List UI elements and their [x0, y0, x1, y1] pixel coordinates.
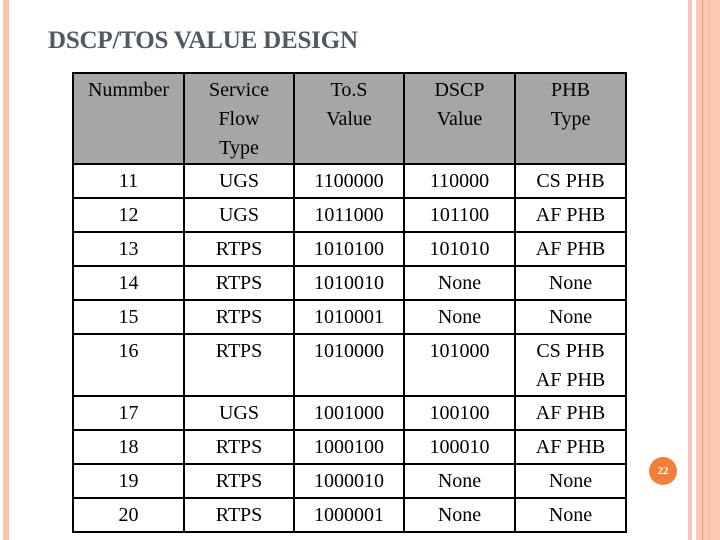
cell-number: 19 — [72, 463, 185, 499]
cell-number: 20 — [72, 497, 185, 533]
cell-phb-type: None — [514, 265, 627, 301]
cell-service-flow-type: UGS — [183, 163, 295, 199]
cell-dscp-value: 101000 — [403, 333, 516, 397]
cell-dscp-value: 100010 — [403, 429, 516, 465]
right-border-line — [708, 0, 710, 540]
phb-type-line: CS PHB — [536, 170, 605, 192]
right-border-line — [702, 0, 703, 540]
slide-number-badge: 22 — [649, 457, 677, 485]
table-row: 20 RTPS 1000001 None None — [72, 497, 627, 533]
table-row: 19 RTPS 1000010 None None — [72, 463, 627, 499]
table-row: 16 RTPS 1010000 101000 CS PHB AF PHB — [72, 333, 627, 397]
cell-phb-type: CS PHB — [514, 163, 627, 199]
cell-service-flow-type: RTPS — [183, 265, 295, 301]
cell-dscp-value: 101100 — [403, 197, 516, 233]
table-row: 14 RTPS 1010010 None None — [72, 265, 627, 301]
phb-type-line: AF PHB — [535, 402, 606, 424]
cell-tos-value: 1000010 — [293, 463, 405, 499]
table-row: 17 UGS 1001000 100100 AF PHB — [72, 395, 627, 431]
cell-tos-value: 1000100 — [293, 429, 405, 465]
cell-phb-type: AF PHB — [514, 429, 627, 465]
cell-tos-value: 1000001 — [293, 497, 405, 533]
table-header-row: Nummber Service Flow Type To.S Value DSC… — [72, 72, 627, 165]
cell-phb-type: None — [514, 463, 627, 499]
table-row: 18 RTPS 1000100 100010 AF PHB — [72, 429, 627, 465]
header-tos-value: To.S Value — [293, 72, 405, 165]
phb-type-line: AF PHB — [535, 204, 606, 226]
cell-number: 18 — [72, 429, 185, 465]
slide-title: DSCP/TOS VALUE DESIGN — [48, 27, 358, 54]
cell-tos-value: 1010100 — [293, 231, 405, 267]
cell-service-flow-type: UGS — [183, 395, 295, 431]
cell-tos-value: 1010010 — [293, 265, 405, 301]
header-line: Type — [219, 137, 259, 159]
phb-type-line: None — [548, 470, 593, 492]
cell-service-flow-type: RTPS — [183, 463, 295, 499]
table-body: 11 UGS 1100000 110000 CS PHB 12 UGS 1011000 1011… — [72, 163, 627, 533]
header-line: PHB — [551, 79, 590, 101]
phb-type-line: AF PHB — [535, 369, 606, 391]
header-line: Type — [550, 108, 591, 130]
cell-service-flow-type: UGS — [183, 197, 295, 233]
phb-type-line: None — [548, 504, 593, 526]
cell-phb-type: AF PHB — [514, 197, 627, 233]
left-border-stripe — [3, 0, 9, 540]
cell-phb-type: None — [514, 299, 627, 335]
header-line: Value — [436, 108, 483, 130]
header-line: DSCP — [434, 79, 485, 101]
cell-tos-value: 1100000 — [293, 163, 405, 199]
cell-number: 14 — [72, 265, 185, 301]
table-row: 12 UGS 1011000 101100 AF PHB — [72, 197, 627, 233]
header-number: Nummber — [72, 72, 185, 165]
phb-type-line: AF PHB — [535, 238, 606, 260]
cell-phb-type: AF PHB — [514, 395, 627, 431]
cell-tos-value: 1010001 — [293, 299, 405, 335]
cell-dscp-value: 110000 — [403, 163, 516, 199]
cell-dscp-value: 101010 — [403, 231, 516, 267]
phb-type-line: AF PHB — [535, 436, 606, 458]
cell-number: 12 — [72, 197, 185, 233]
cell-dscp-value: None — [403, 265, 516, 301]
header-service-flow-type: Service Flow Type — [183, 72, 295, 165]
header-phb-type: PHB Type — [514, 72, 627, 165]
cell-phb-type: None — [514, 497, 627, 533]
header-line: Flow — [218, 108, 260, 130]
cell-number: 13 — [72, 231, 185, 267]
phb-type-line: None — [548, 272, 593, 294]
cell-service-flow-type: RTPS — [183, 429, 295, 465]
cell-dscp-value: None — [403, 463, 516, 499]
table-row: 13 RTPS 1010100 101010 AF PHB — [72, 231, 627, 267]
cell-number: 16 — [72, 333, 185, 397]
header-line: To.S — [330, 79, 368, 101]
header-line: Value — [326, 108, 372, 130]
table-row: 15 RTPS 1010001 None None — [72, 299, 627, 335]
cell-dscp-value: None — [403, 299, 516, 335]
cell-service-flow-type: RTPS — [183, 497, 295, 533]
phb-type-line: CS PHB — [536, 340, 605, 362]
header-line: Nummber — [87, 79, 170, 101]
cell-number: 17 — [72, 395, 185, 431]
header-dscp-value: DSCP Value — [403, 72, 516, 165]
cell-dscp-value: None — [403, 497, 516, 533]
cell-service-flow-type: RTPS — [183, 299, 295, 335]
cell-tos-value: 1010000 — [293, 333, 405, 397]
dscp-tos-table: Nummber Service Flow Type To.S Value DSC… — [72, 72, 627, 533]
table-row: 11 UGS 1100000 110000 CS PHB — [72, 163, 627, 199]
cell-service-flow-type: RTPS — [183, 231, 295, 267]
cell-tos-value: 1001000 — [293, 395, 405, 431]
cell-phb-type: AF PHB — [514, 231, 627, 267]
cell-number: 15 — [72, 299, 185, 335]
cell-dscp-value: 100100 — [403, 395, 516, 431]
right-border-stripe — [688, 0, 692, 540]
cell-phb-type: CS PHB AF PHB — [514, 333, 627, 397]
phb-type-line: None — [548, 306, 593, 328]
cell-tos-value: 1011000 — [293, 197, 405, 233]
cell-service-flow-type: RTPS — [183, 333, 295, 397]
header-line: Service — [209, 79, 269, 101]
cell-number: 11 — [72, 163, 185, 199]
